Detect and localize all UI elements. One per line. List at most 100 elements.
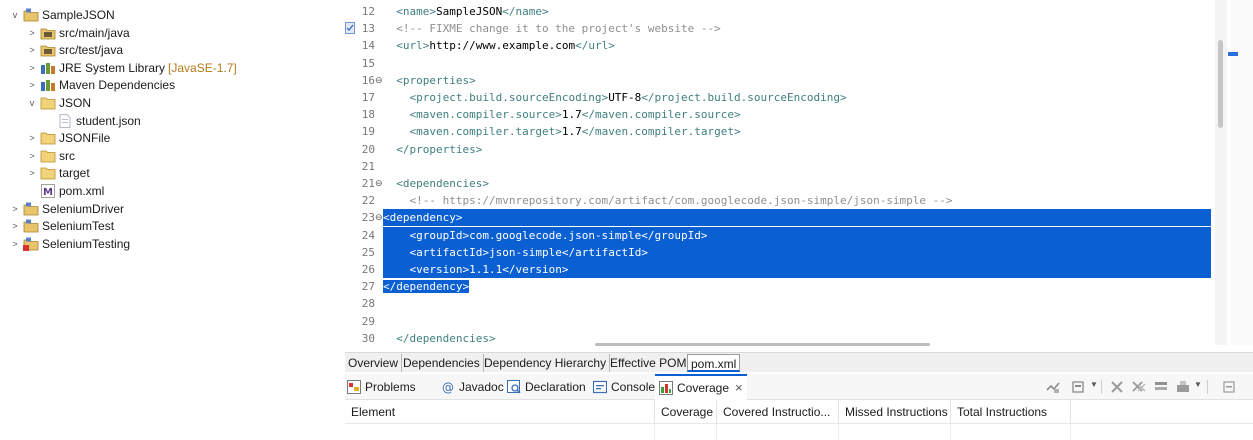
- tree-item[interactable]: > SeleniumDriver: [10, 200, 124, 218]
- chevron-right-icon[interactable]: >: [27, 45, 37, 55]
- chevron-right-icon[interactable]: >: [27, 133, 37, 143]
- column-header[interactable]: Total Instructions: [951, 400, 1071, 424]
- code-line[interactable]: <project.build.sourceEncoding>UTF-8</pro…: [383, 89, 1211, 106]
- column-header[interactable]: Missed Instructions: [839, 400, 951, 424]
- chevron-down-icon[interactable]: v: [27, 98, 37, 108]
- chevron-right-icon[interactable]: >: [10, 221, 20, 231]
- code-line[interactable]: [383, 295, 1211, 312]
- fold-toggle-icon[interactable]: ⊖: [375, 72, 383, 89]
- column-header[interactable]: Element: [345, 400, 655, 424]
- remove-all-sessions-icon[interactable]: [1131, 379, 1147, 395]
- tab-coverage[interactable]: Coverage ×: [655, 374, 747, 400]
- tab-problems[interactable]: Problems: [347, 374, 416, 400]
- grid-column: [345, 424, 655, 440]
- chevron-down-icon[interactable]: v: [10, 10, 20, 20]
- console-icon: [593, 380, 607, 394]
- code-line[interactable]: <artifactId>json-simple</artifactId>: [383, 243, 1211, 261]
- svg-text:@: @: [442, 381, 454, 395]
- code-line[interactable]: <!-- https://mvnrepository.com/artifact/…: [383, 192, 1211, 209]
- chevron-down-icon[interactable]: ▼: [1194, 380, 1202, 389]
- chevron-right-icon[interactable]: >: [27, 28, 37, 38]
- chevron-right-icon[interactable]: >: [27, 80, 37, 90]
- close-icon[interactable]: ×: [735, 375, 743, 401]
- xml-editor[interactable]: 12 13 14 15 16 ⊖ 17 18 19 20 21 21 ⊖ 22 23 ⊖ 24 25 26 27 28 2…: [345, 0, 1253, 352]
- code-line[interactable]: <maven.compiler.target>1.7</maven.compil…: [383, 123, 1211, 140]
- column-header[interactable]: Covered Instructio...: [717, 400, 839, 424]
- code-line[interactable]: <dependencies>: [383, 175, 1211, 192]
- tree-item[interactable]: > Maven Dependencies: [27, 76, 175, 94]
- coverage-table-header: Element Coverage Covered Instructio... Miss…: [345, 400, 1253, 424]
- fold-toggle-icon[interactable]: ⊖: [375, 175, 383, 192]
- folder-icon: [40, 149, 56, 163]
- coverage-session-icon[interactable]: [1175, 379, 1191, 395]
- coverage-layout-icon[interactable]: [1071, 379, 1087, 395]
- code-line[interactable]: <groupId>com.googlecode.json-simple</gro…: [383, 226, 1211, 244]
- link-editor-icon[interactable]: [1045, 379, 1061, 395]
- tab-javadoc[interactable]: @ Javadoc: [441, 374, 504, 400]
- tab-console[interactable]: Console: [593, 374, 655, 400]
- tree-item[interactable]: v JSON: [27, 94, 91, 112]
- tree-item-label: src/main/java: [59, 25, 130, 40]
- tree-item[interactable]: > target: [27, 164, 89, 182]
- tree-item-label: src/test/java: [59, 43, 124, 58]
- overview-ruler-marker[interactable]: [1228, 52, 1238, 56]
- code-line[interactable]: [383, 313, 1211, 330]
- line-number: 18: [361, 108, 375, 122]
- tab-pom-xml[interactable]: pom.xml: [687, 354, 741, 372]
- code-line[interactable]: <!-- FIXME change it to the project's we…: [383, 20, 1211, 37]
- tree-item-label: SeleniumDriver: [42, 201, 125, 216]
- tree-item-label: SeleniumTesting: [42, 236, 131, 251]
- horizontal-scroll-thumb[interactable]: [595, 343, 930, 346]
- tree-item[interactable]: Mpom.xml: [27, 182, 104, 200]
- tree-item[interactable]: > JRE System Library [JavaSE-1.7]: [27, 59, 237, 77]
- tab-label: Declaration: [525, 380, 586, 394]
- task-marker-icon[interactable]: [345, 22, 355, 35]
- tree-item[interactable]: v SampleJSON: [10, 6, 115, 24]
- minimize-view-icon[interactable]: [1221, 379, 1237, 395]
- tree-item[interactable]: > src/main/java: [27, 24, 130, 42]
- tab-effective-pom[interactable]: Effective POM: [607, 354, 691, 372]
- code-line[interactable]: [383, 158, 1211, 175]
- fold-toggle-icon[interactable]: ⊖: [375, 209, 383, 226]
- tree-item[interactable]: > SeleniumTest: [10, 217, 114, 235]
- tree-item[interactable]: > SeleniumTesting: [10, 235, 130, 253]
- tree-item[interactable]: > src/test/java: [27, 41, 123, 59]
- chevron-right-icon[interactable]: >: [27, 151, 37, 161]
- tab-overview[interactable]: Overview: [345, 354, 403, 372]
- line-number: 27: [361, 280, 375, 294]
- code-line[interactable]: </properties>: [383, 141, 1211, 158]
- code-line[interactable]: <url>http://www.example.com</url>: [383, 37, 1211, 54]
- code-line[interactable]: <dependency>: [383, 209, 1211, 227]
- view-tab-bar: ▼ ▼ Problems @ Javadoc Declaration Console Co…: [345, 374, 1253, 400]
- code-line[interactable]: <properties>: [383, 72, 1211, 89]
- code-line[interactable]: <version>1.1.1</version>: [383, 261, 1211, 278]
- line-number: 16: [361, 73, 375, 87]
- tab-dependencies[interactable]: Dependencies: [400, 354, 484, 372]
- tab-declaration[interactable]: Declaration: [507, 374, 586, 400]
- chevron-right-icon[interactable]: >: [27, 168, 37, 178]
- tree-item[interactable]: > JSONFile: [27, 129, 110, 147]
- tab-dependency-hierarchy[interactable]: Dependency Hierarchy: [481, 354, 611, 372]
- tree-item[interactable]: student.json: [44, 112, 141, 130]
- chevron-right-icon[interactable]: >: [10, 204, 20, 214]
- tree-item[interactable]: > src: [27, 147, 75, 165]
- column-header[interactable]: Coverage: [655, 400, 717, 424]
- tree-item-label: JRE System Library: [59, 60, 166, 75]
- code-line[interactable]: <maven.compiler.source>1.7</maven.compil…: [383, 106, 1211, 123]
- javadoc-icon: @: [441, 380, 455, 395]
- remove-session-icon[interactable]: [1109, 379, 1125, 395]
- tab-label: Javadoc: [459, 380, 504, 394]
- merge-sessions-icon[interactable]: [1153, 379, 1169, 395]
- code-line[interactable]: <name>SampleJSON</name>: [383, 3, 1211, 20]
- line-number: 25: [361, 245, 375, 259]
- code-line[interactable]: </dependency>: [383, 278, 1211, 295]
- chevron-right-icon[interactable]: >: [27, 63, 37, 73]
- code-area[interactable]: <name>SampleJSON</name> <!-- FIXME chang…: [383, 0, 1213, 345]
- tab-label: Coverage: [677, 381, 730, 395]
- code-line[interactable]: [383, 55, 1211, 72]
- vertical-scroll-thumb[interactable]: [1218, 40, 1223, 128]
- tree-item-decoration: [JavaSE-1.7]: [168, 60, 237, 75]
- coverage-table-body: [345, 424, 1253, 440]
- chevron-right-icon[interactable]: >: [10, 239, 20, 249]
- chevron-down-icon[interactable]: ▼: [1090, 380, 1098, 389]
